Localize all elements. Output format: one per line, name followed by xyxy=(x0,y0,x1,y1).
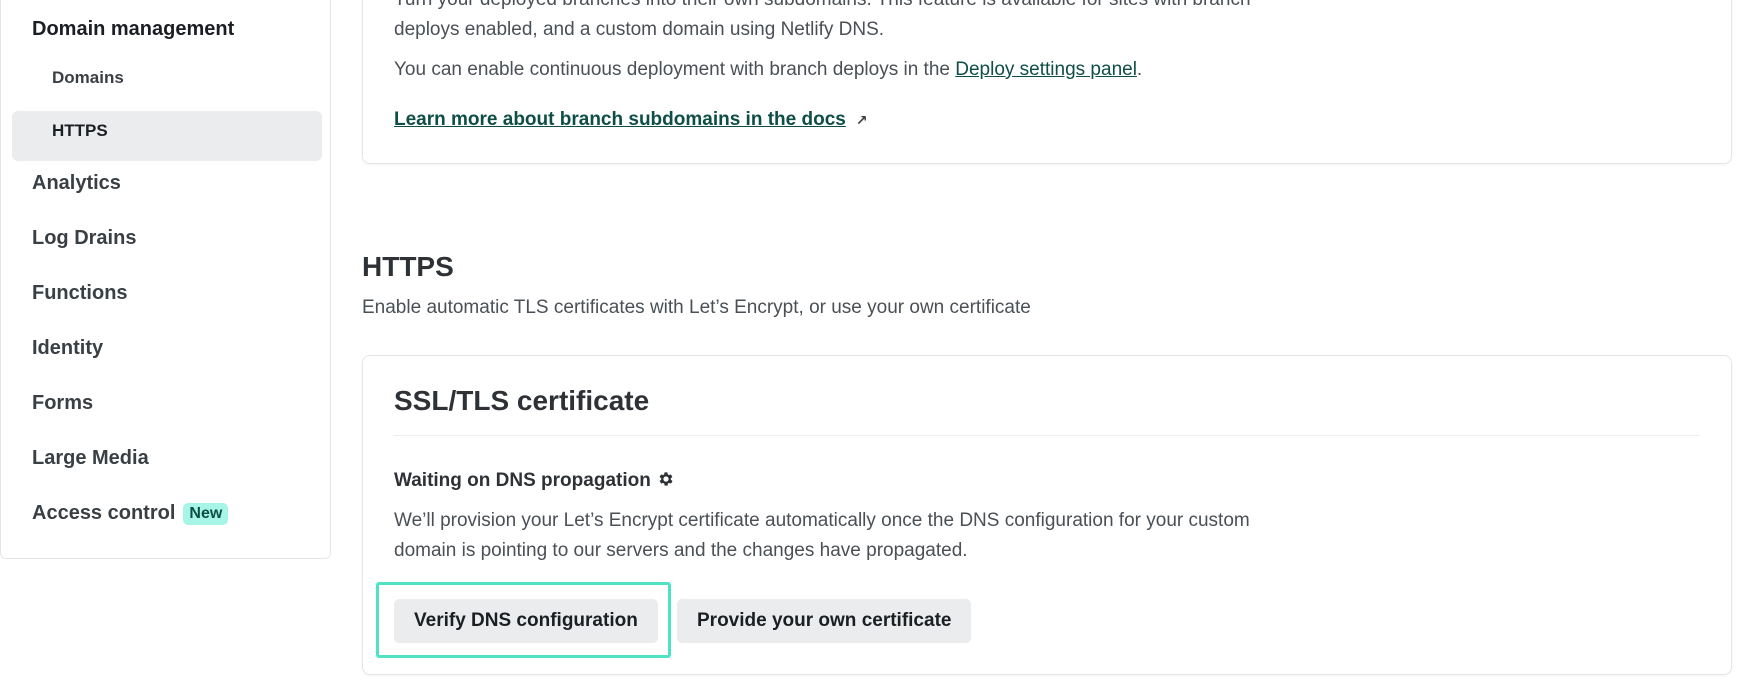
sidebar-item-functions[interactable]: Functions xyxy=(32,281,128,305)
https-section-description: Enable automatic TLS certificates with L… xyxy=(362,297,1031,318)
sidebar-item-https[interactable]: HTTPS xyxy=(52,120,108,142)
sidebar-item-access-control-label: Access control xyxy=(32,502,176,524)
sidebar-item-domains[interactable]: Domains xyxy=(52,67,124,89)
provide-own-certificate-button[interactable]: Provide your own certificate xyxy=(677,599,972,643)
ssl-card-title: SSL/TLS certificate xyxy=(394,385,650,416)
sidebar-item-domain-management[interactable]: Domain management xyxy=(32,17,234,41)
external-link-icon: ↗ xyxy=(855,112,868,128)
continuous-deployment-text: You can enable continuous deployment wit… xyxy=(394,55,1142,85)
continuous-deployment-prefix: You can enable continuous deployment wit… xyxy=(394,59,956,80)
sidebar-item-log-drains[interactable]: Log Drains xyxy=(32,226,136,250)
deploy-settings-link[interactable]: Deploy settings panel xyxy=(955,59,1137,80)
dns-propagation-status-label: Waiting on DNS propagation xyxy=(394,470,651,491)
learn-more-branch-subdomains-link[interactable]: Learn more about branch subdomains in th… xyxy=(394,105,868,135)
sidebar-item-forms[interactable]: Forms xyxy=(32,391,93,415)
settings-sidebar: Domain management Domains HTTPS Analytic… xyxy=(0,0,331,559)
sidebar-item-analytics[interactable]: Analytics xyxy=(32,171,121,195)
sidebar-item-access-control[interactable]: Access control New xyxy=(32,501,229,525)
sidebar-item-identity[interactable]: Identity xyxy=(32,336,103,360)
learn-more-label: Learn more about branch subdomains in th… xyxy=(394,109,846,130)
sidebar-item-large-media[interactable]: Large Media xyxy=(32,446,149,470)
https-section-title: HTTPS xyxy=(362,251,454,282)
ssl-provision-description: We’ll provision your Let’s Encrypt certi… xyxy=(394,510,1250,561)
continuous-deployment-suffix: . xyxy=(1136,59,1143,80)
verify-dns-configuration-button[interactable]: Verify DNS configuration xyxy=(394,599,658,643)
ssl-card-divider xyxy=(394,435,1700,436)
new-badge: New xyxy=(183,503,229,525)
branch-subdomains-card: Turn your deployed branches into their o… xyxy=(362,0,1732,164)
dns-propagation-status: Waiting on DNS propagation xyxy=(394,468,675,494)
branch-subdomains-intro: Turn your deployed branches into their o… xyxy=(394,0,1251,40)
gear-icon xyxy=(659,472,673,486)
